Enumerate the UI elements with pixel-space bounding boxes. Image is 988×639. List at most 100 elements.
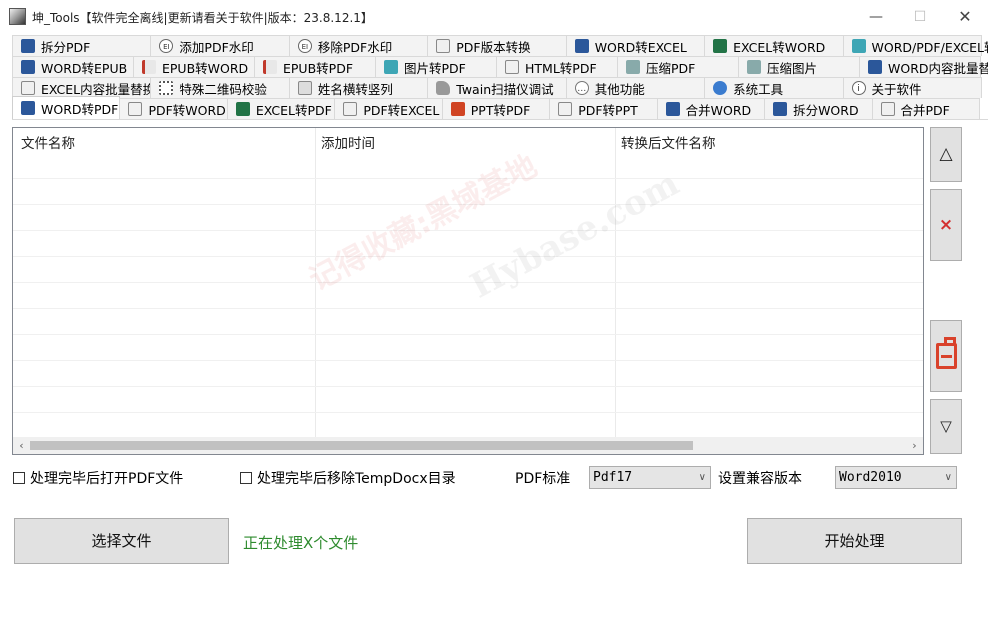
tab-4-6[interactable]: PDF转PPT	[549, 98, 658, 119]
tab-label: WORD转PDF	[41, 101, 119, 117]
tab-2-8[interactable]: WORD内容批量替换	[859, 56, 988, 77]
close-icon[interactable]: ✕	[951, 6, 979, 28]
tab-1-6[interactable]: EXCEL转WORD	[704, 35, 844, 56]
tab-1-1[interactable]: 拆分PDF	[12, 35, 152, 56]
tab-4-4[interactable]: PDF转EXCEL	[334, 98, 443, 119]
clear-list-button[interactable]	[930, 320, 962, 392]
tab-2-6[interactable]: 压缩PDF	[617, 56, 739, 77]
move-down-button[interactable]: ▽	[930, 399, 962, 454]
select-files-button[interactable]: 选择文件	[14, 518, 229, 564]
tab-2-5[interactable]: HTML转PDF	[496, 56, 618, 77]
checkbox-box[interactable]	[13, 472, 25, 484]
tab-label: 特殊二维码校验	[179, 81, 267, 97]
title-bar: 坤_Tools【软件完全离线|更新请看关于软件|版本：23.8.12.1】 — …	[0, 0, 988, 34]
open-pdf-after-checkbox[interactable]: 处理完毕后打开PDF文件	[13, 468, 183, 488]
processing-status: 正在处理X个文件	[243, 534, 359, 552]
tab-1-5[interactable]: WORD转EXCEL	[565, 35, 706, 56]
tab-3-6[interactable]: 系统工具	[704, 77, 844, 98]
tab-label: 关于软件	[871, 81, 922, 97]
tab-2-4[interactable]: 图片转PDF	[375, 56, 497, 77]
file-list-header: 文件名称 添加时间 转换后文件名称	[13, 128, 923, 152]
tab-1-3[interactable]: EI 移除PDF水印	[288, 35, 429, 56]
window-title: 坤_Tools【软件完全离线|更新请看关于软件|版本：23.8.12.1】	[32, 11, 373, 25]
scrollbar-thumb[interactable]	[30, 441, 693, 450]
pdf-icon	[343, 102, 358, 116]
tab-label: 拆分WORD	[793, 102, 859, 118]
pdf-standard-select[interactable]: Pdf17 ∨	[589, 466, 711, 489]
tab-label: 合并WORD	[685, 102, 752, 118]
tab-label: EXCEL转WORD	[733, 39, 826, 55]
file-list[interactable]: 文件名称 添加时间 转换后文件名称 ‹ ›	[12, 127, 924, 455]
column-header-output-filename[interactable]: 转换后文件名称	[621, 132, 716, 152]
info-icon: i	[851, 81, 866, 95]
list-row-gridline	[13, 412, 923, 413]
tab-label: WORD转EXCEL	[594, 39, 687, 55]
column-divider	[315, 128, 316, 438]
move-up-button[interactable]: △	[930, 127, 962, 182]
column-header-added-time[interactable]: 添加时间	[321, 132, 375, 152]
trash-clear-icon	[936, 337, 957, 369]
tab-label: PDF转EXCEL	[363, 102, 440, 118]
tab-1-2[interactable]: EI 添加PDF水印	[150, 35, 290, 56]
qr-icon	[159, 81, 174, 95]
remove-temp-checkbox[interactable]: 处理完毕后移除TempDocx目录	[240, 468, 456, 488]
tab-3-2[interactable]: 特殊二维码校验	[150, 77, 290, 98]
compat-version-select[interactable]: Word2010 ∨	[835, 466, 957, 489]
tab-label: 压缩PDF	[646, 60, 696, 76]
tab-4-9[interactable]: 合并PDF	[871, 98, 980, 119]
scroll-right-icon[interactable]: ›	[906, 437, 923, 454]
column-divider	[615, 128, 616, 438]
tab-4-8[interactable]: 拆分WORD	[764, 98, 873, 119]
epub-icon	[142, 60, 156, 74]
ring-icon: EI	[297, 39, 312, 53]
minimize-icon[interactable]: —	[862, 6, 890, 28]
tab-label: PDF版本转换	[456, 39, 531, 55]
tab-3-3[interactable]: 姓名横转竖列	[288, 77, 429, 98]
tab-3-7[interactable]: i 关于软件	[842, 77, 982, 98]
pdf-icon	[558, 102, 573, 116]
tab-4-1[interactable]: WORD转PDF	[12, 96, 121, 119]
zip-icon	[747, 60, 761, 74]
tab-3-5[interactable]: … 其他功能	[565, 77, 706, 98]
tab-4-3[interactable]: EXCEL转PDF	[226, 98, 336, 119]
tab-2-1[interactable]: WORD转EPUB	[12, 56, 134, 77]
tab-row: 拆分PDF EI 添加PDF水印 EI 移除PDF水印 PDF版本转换 WORD转EXCEL…	[12, 35, 988, 56]
delete-button[interactable]: ×	[930, 189, 962, 261]
tab-4-2[interactable]: PDF转WORD	[119, 98, 228, 119]
tab-2-3[interactable]: EPUB转PDF	[254, 56, 376, 77]
tab-2-2[interactable]: EPUB转WORD	[133, 56, 255, 77]
horizontal-scrollbar[interactable]: ‹ ›	[13, 437, 923, 454]
column-header-filename[interactable]: 文件名称	[21, 132, 75, 152]
ppt-icon	[450, 102, 465, 116]
scan-icon	[436, 81, 451, 95]
tab-4-5[interactable]: PPT转PDF	[441, 98, 551, 119]
tab-label: EXCEL转PDF	[255, 102, 332, 118]
checkbox-box[interactable]	[240, 472, 252, 484]
list-row-gridline	[13, 204, 923, 205]
start-processing-button[interactable]: 开始处理	[747, 518, 962, 564]
tab-label: 拆分PDF	[41, 39, 91, 55]
tab-1-7[interactable]: WORD/PDF/EXCEL转图片	[842, 35, 988, 56]
maximize-icon[interactable]: ☐	[906, 6, 934, 28]
tab-1-4[interactable]: PDF版本转换	[427, 35, 567, 56]
list-row-gridline	[13, 230, 923, 231]
gear-icon	[713, 81, 728, 95]
tab-label: 添加PDF水印	[179, 39, 254, 55]
tab-label: 图片转PDF	[404, 60, 466, 76]
name-icon	[297, 81, 312, 95]
tab-label: EPUB转WORD	[162, 60, 249, 76]
list-row-gridline	[13, 282, 923, 283]
list-row-gridline	[13, 360, 923, 361]
tab-3-4[interactable]: Twain扫描仪调试	[427, 77, 567, 98]
word-icon	[21, 39, 35, 53]
tab-4-7[interactable]: 合并WORD	[656, 98, 766, 119]
img-icon	[384, 60, 398, 74]
tab-label: EPUB转PDF	[283, 60, 354, 76]
compat-version-value: Word2010	[839, 470, 902, 485]
ring-icon: EI	[159, 39, 174, 53]
tab-2-7[interactable]: 压缩图片	[738, 56, 860, 77]
word-icon	[868, 60, 882, 74]
tab-3-1[interactable]: EXCEL内容批量替换	[12, 77, 155, 98]
tab-label: PDF转PPT	[578, 102, 638, 118]
scroll-left-icon[interactable]: ‹	[13, 437, 30, 454]
